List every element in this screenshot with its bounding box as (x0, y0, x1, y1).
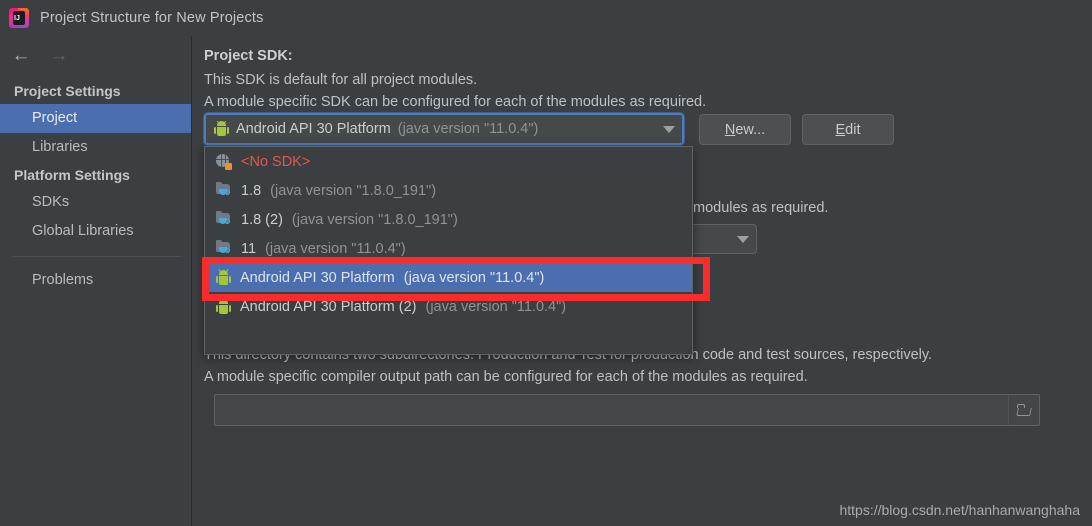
sidebar-item-problems[interactable]: Problems (0, 266, 191, 295)
dropdown-item-label: Android API 30 Platform (240, 269, 395, 286)
chevron-down-icon[interactable] (730, 235, 756, 243)
sidebar-item-project[interactable]: Project (0, 104, 191, 133)
compiler-output-path-field[interactable] (214, 394, 1040, 426)
window-title: Project Structure for New Projects (40, 10, 264, 26)
new-sdk-button[interactable]: New... (699, 114, 791, 145)
new-button-rest: ew... (735, 121, 766, 138)
jdk-folder-icon (216, 211, 232, 227)
dropdown-item-detail: (java version "1.8.0_191") (270, 182, 437, 199)
project-structure-dialog: IJ Project Structure for New Projects ← … (0, 0, 1092, 526)
dropdown-item-label: 11 (241, 240, 257, 257)
dropdown-item-jdk-1-8[interactable]: 1.8 (java version "1.8.0_191") (205, 176, 692, 205)
sidebar-divider (12, 256, 181, 257)
settings-sidebar: ← → Project Settings Project Libraries P… (0, 36, 192, 526)
jdk-folder-icon (216, 240, 232, 256)
new-button-mnemonic: N (724, 121, 736, 138)
dropdown-item-label: Android API 30 Platform (2) (240, 298, 417, 315)
dropdown-item-detail: (java version "11.0.4") (403, 269, 545, 286)
sidebar-group-platform-settings: Platform Settings (14, 167, 130, 183)
project-sdk-label: Project SDK: (204, 48, 293, 64)
dropdown-item-jdk-11[interactable]: 11 (java version "11.0.4") (205, 234, 692, 263)
dropdown-item-no-sdk[interactable]: <No SDK> (205, 147, 692, 176)
arrow-left-icon[interactable]: ← (10, 44, 32, 66)
edit-button-rest: dit (845, 121, 861, 138)
obscured-bg-text-fragment: modules as required. (693, 200, 829, 216)
sidebar-item-libraries[interactable]: Libraries (0, 133, 191, 162)
output-description-line-3: A module specific compiler output path c… (204, 369, 808, 385)
dropdown-item-label: <No SDK> (241, 153, 311, 170)
dropdown-item-detail: (java version "11.0.4") (425, 298, 567, 315)
jdk-folder-icon (216, 182, 232, 198)
sdk-description-line-1: This SDK is default for all project modu… (204, 72, 478, 88)
dropdown-item-android-api-30[interactable]: Android API 30 Platform (java version "1… (205, 263, 692, 292)
android-robot-icon (214, 121, 229, 137)
edit-sdk-button[interactable]: Edit (802, 114, 894, 145)
project-settings-panel: Project SDK: This SDK is default for all… (193, 36, 1092, 526)
sdk-description-line-2: A module specific SDK can be configured … (204, 94, 707, 110)
dropdown-item-label: 1.8 (2) (241, 211, 283, 228)
sidebar-list: Project Settings Project Libraries Platf… (0, 78, 191, 295)
sidebar-item-sdks[interactable]: SDKs (0, 188, 191, 217)
chevron-down-icon[interactable] (656, 125, 682, 133)
title-bar: IJ Project Structure for New Projects (0, 0, 1092, 36)
edit-button-mnemonic: E (835, 121, 846, 138)
dropdown-item-detail: (java version "1.8.0_191") (291, 211, 458, 228)
intellij-idea-icon: IJ (9, 8, 29, 28)
dropdown-item-android-api-30-2[interactable]: Android API 30 Platform (2) (java versio… (205, 292, 692, 321)
project-sdk-version: (java version "11.0.4") (397, 121, 539, 137)
sidebar-group-project-settings: Project Settings (14, 83, 121, 99)
project-sdk-combobox[interactable]: Android API 30 Platform (java version "1… (204, 113, 684, 145)
sidebar-item-global-libraries[interactable]: Global Libraries (0, 217, 191, 246)
watermark-url: https://blog.csdn.net/hanhanwanghaha (839, 502, 1080, 518)
android-robot-icon (216, 297, 231, 315)
dropdown-item-jdk-1-8-2[interactable]: 1.8 (2) (java version "1.8.0_191") (205, 205, 692, 234)
dropdown-item-label: 1.8 (241, 182, 262, 199)
navigation-buttons: ← → (10, 44, 70, 66)
no-sdk-globe-lock-icon (216, 153, 232, 170)
dropdown-item-detail: (java version "11.0.4") (265, 240, 406, 257)
android-robot-icon (216, 268, 231, 286)
folder-icon[interactable] (1008, 395, 1039, 425)
project-sdk-name: Android API 30 Platform (236, 121, 391, 137)
project-sdk-dropdown-list[interactable]: <No SDK> 1.8 (java version "1.8.0_191") … (204, 146, 693, 355)
project-sdk-combobox-value: Android API 30 Platform (java version "1… (206, 121, 656, 137)
arrow-right-icon[interactable]: → (48, 44, 70, 66)
